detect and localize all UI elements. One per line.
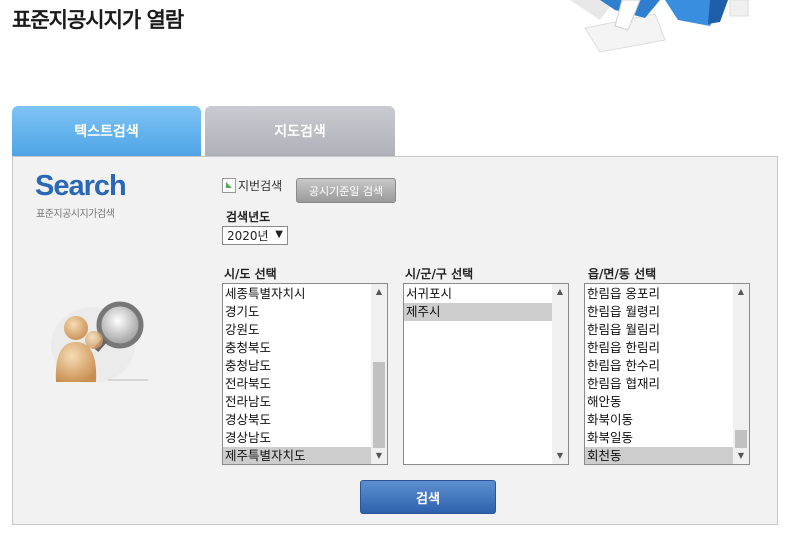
list-item[interactable]: 전라남도 [223,393,371,411]
list-item[interactable]: 한림읍 옹포리 [585,285,733,303]
list-item[interactable]: 제주시 [404,303,552,321]
people-magnifier-illustration [51,301,148,383]
page-title: 표준지공시지가 열람 [12,8,184,32]
list-item[interactable]: 한림읍 월림리 [585,321,733,339]
dropdown-arrow-icon: ▼ [275,229,283,240]
eupmyeondong-label: 읍/면/동 선택 [588,267,657,281]
sido-items: 세종특별자치시 경기도 강원도 충청북도 충청남도 전라북도 전라남도 경상북도 경상남도 제주특… [223,285,371,464]
year-label: 검색년도 [226,210,271,224]
search-logo: Search [35,170,127,202]
eupmyeondong-listbox[interactable]: 한림읍 옹포리 한림읍 월령리 한림읍 월림리 한림읍 한림리 한림읍 한수리 한림읍 협… [584,283,750,465]
list-item[interactable]: 세종특별자치시 [223,285,371,303]
list-item[interactable]: 강원도 [223,321,371,339]
list-item[interactable]: 경상북도 [223,411,371,429]
sigungu-scrollbar[interactable]: ▲ ▼ [552,284,568,464]
banner-illustration [570,0,749,53]
list-item[interactable]: 서귀포시 [404,285,552,303]
list-item[interactable]: 한림읍 협재리 [585,375,733,393]
sido-listbox[interactable]: 세종특별자치시 경기도 강원도 충청북도 충청남도 전라북도 전라남도 경상북도 경상남도 제주특… [222,283,388,465]
eupmyeondong-scrollbar[interactable]: ▲ ▼ [733,284,749,464]
list-item[interactable]: 회천동 [585,447,733,464]
year-select-value: 2020년 [227,229,269,243]
list-item[interactable]: 한림읍 한수리 [585,357,733,375]
list-item[interactable]: 화북이동 [585,411,733,429]
scroll-up-arrow-icon[interactable]: ▲ [733,284,749,300]
list-item[interactable]: 한림읍 한림리 [585,339,733,357]
list-item[interactable]: 경기도 [223,303,371,321]
search-logo-subtitle: 표준지공시지가검색 [36,209,115,220]
list-item[interactable]: 한림읍 월령리 [585,303,733,321]
search-button[interactable]: 검색 [360,480,496,514]
list-item[interactable]: 제주특별자치도 [223,447,371,464]
year-select[interactable]: 2020년 ▼ [222,226,288,245]
tab-map-search[interactable]: 지도검색 [205,106,395,156]
sigungu-listbox[interactable]: 서귀포시 제주시 ▲ ▼ [403,283,569,465]
scrollbar-thumb[interactable] [373,362,385,448]
list-item[interactable]: 전라북도 [223,375,371,393]
lot-search-image-alt: 지번검색 [238,179,283,193]
scroll-down-arrow-icon[interactable]: ▼ [371,448,387,464]
list-item[interactable]: 충청남도 [223,357,371,375]
lot-search-image[interactable]: ◣ 지번검색 [222,177,282,194]
sido-scrollbar[interactable]: ▲ ▼ [371,284,387,464]
broken-image-icon: ◣ [222,178,236,193]
scroll-down-arrow-icon[interactable]: ▼ [552,448,568,464]
scroll-up-arrow-icon[interactable]: ▲ [371,284,387,300]
sido-label: 시/도 선택 [224,267,277,281]
list-item[interactable]: 화북일동 [585,429,733,447]
tab-text-search[interactable]: 텍스트검색 [12,106,201,156]
eupmyeondong-items: 한림읍 옹포리 한림읍 월령리 한림읍 월림리 한림읍 한림리 한림읍 한수리 한림읍 협… [585,285,733,464]
sigungu-items: 서귀포시 제주시 [404,285,552,321]
list-item[interactable]: 해안동 [585,393,733,411]
list-item[interactable]: 경상남도 [223,429,371,447]
scroll-up-arrow-icon[interactable]: ▲ [552,284,568,300]
reference-date-search-button[interactable]: 공시기준일 검색 [296,178,396,203]
scroll-down-arrow-icon[interactable]: ▼ [733,448,749,464]
sigungu-label: 시/군/구 선택 [405,267,474,281]
list-item[interactable]: 충청북도 [223,339,371,357]
scrollbar-thumb[interactable] [735,430,747,448]
